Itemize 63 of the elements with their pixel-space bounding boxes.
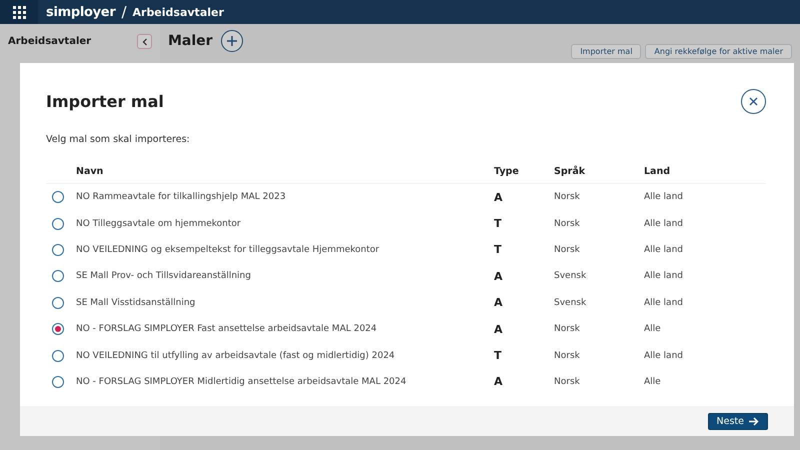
radio-button[interactable]: [52, 376, 64, 388]
radio-button[interactable]: [52, 191, 64, 204]
type-cell: A: [494, 296, 503, 310]
radio-button[interactable]: [52, 323, 64, 336]
column-header: Språk: [554, 159, 644, 184]
type-cell: A: [494, 270, 503, 283]
radio-button[interactable]: [52, 270, 64, 282]
country-cell: Alle: [644, 376, 661, 387]
arrow-right-icon: [749, 416, 759, 426]
template-name: NO - FORSLAG SIMPLOYER Fast ansettelse arbeidsavtale MAL 2024: [76, 324, 377, 334]
type-cell: T: [494, 217, 502, 230]
chevron-left-icon: [142, 38, 148, 46]
plus-icon: [226, 36, 237, 46]
template-name: SE Mall Visstidsanställning: [76, 298, 196, 308]
language-cell: Norsk: [554, 324, 580, 334]
type-cell: A: [494, 322, 503, 336]
radio-button[interactable]: [52, 350, 64, 362]
close-button[interactable]: [741, 89, 766, 114]
language-cell: Norsk: [554, 244, 580, 255]
radio-button[interactable]: [52, 296, 64, 309]
template-name: NO - FORSLAG SIMPLOYER Midlertidig ansettelse arbeidsavtale MAL 2024: [76, 376, 406, 387]
country-cell: Alle land: [644, 350, 683, 361]
next-button[interactable]: Neste: [708, 412, 768, 430]
template-name: NO VEILEDNING og eksempeltekst for tilleggsavtale Hjemmekontor: [76, 244, 380, 255]
type-cell: A: [494, 190, 503, 204]
breadcrumb-title: Arbeidsavtaler: [132, 6, 224, 18]
language-cell: Norsk: [554, 218, 580, 229]
radio-button[interactable]: [52, 218, 64, 230]
close-icon: [749, 97, 758, 106]
language-cell: Norsk: [554, 350, 580, 361]
language-cell: Norsk: [554, 192, 580, 202]
column-header: Type: [494, 159, 554, 184]
collapse-button[interactable]: [137, 34, 152, 49]
breadcrumb-separator: /: [121, 3, 126, 21]
country-cell: Alle land: [644, 218, 683, 229]
language-cell: Svensk: [554, 298, 586, 308]
language-cell: Norsk: [554, 376, 580, 387]
country-cell: Alle land: [644, 192, 683, 202]
logo[interactable]: simployer: [46, 4, 116, 20]
country-cell: Alle land: [644, 271, 683, 282]
template-name: NO Tilleggsavtale om hjemmekontor: [76, 218, 241, 229]
add-button[interactable]: [220, 30, 243, 52]
type-cell: T: [494, 243, 502, 256]
template-name: SE Mall Prov- och Tillsvidareanställning: [76, 271, 251, 282]
country-cell: Alle: [644, 324, 661, 334]
radio-button[interactable]: [52, 244, 64, 256]
dialog-title: Importer mal: [46, 92, 164, 111]
country-cell: Alle land: [644, 298, 683, 308]
app-launcher-button[interactable]: [0, 0, 38, 24]
page-heading: Maler: [168, 33, 213, 49]
column-header: Navn: [76, 159, 494, 184]
dialog-subtitle: Velg mal som skal importeres:: [46, 134, 191, 145]
column-header: Land: [644, 159, 766, 184]
type-cell: A: [494, 375, 503, 388]
template-name: NO VEILEDNING til utfylling av arbeidsavtale (fast og midlertidig) 2024: [76, 350, 395, 361]
type-cell: T: [494, 349, 502, 362]
app-grid-icon: [12, 6, 26, 18]
toolbar-button[interactable]: Importer mal: [571, 44, 642, 59]
sidebar-title: Arbeidsavtaler: [8, 36, 92, 47]
country-cell: Alle land: [644, 244, 683, 255]
toolbar-button[interactable]: Angi rekkefølge for aktive maler: [645, 44, 792, 59]
template-name: NO Rammeavtale for tilkallingshjelp MAL 2023: [76, 192, 286, 202]
language-cell: Svensk: [554, 271, 586, 282]
